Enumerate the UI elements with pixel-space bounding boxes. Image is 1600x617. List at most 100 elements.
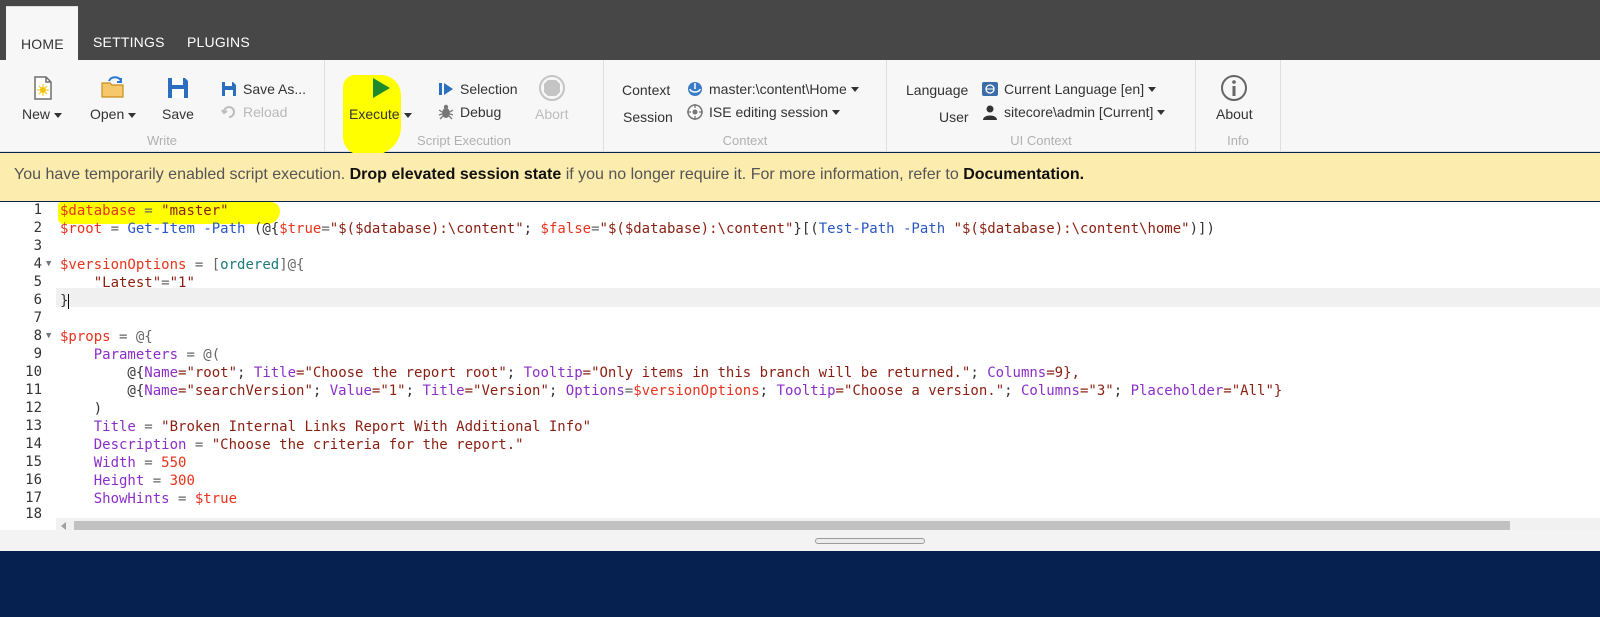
- code-line-10: @{Name="root"; Title="Choose the report …: [60, 365, 1080, 381]
- fold-toggle-icon[interactable]: ▼: [46, 259, 51, 269]
- code-editor[interactable]: 1 2 3 4 5 6 7 8 9 10 11 12 13 14 15 16 1…: [0, 202, 1600, 534]
- open-button-label: Open: [90, 106, 125, 122]
- info-icon: [1221, 75, 1248, 101]
- reload-icon: [221, 106, 235, 118]
- line-number: 18: [25, 506, 42, 522]
- spe-ise-window: HOME SETTINGS PLUGINS New Open Save Save…: [0, 0, 1600, 617]
- line-number: 4: [33, 256, 42, 272]
- abort-button-label: Abort: [535, 106, 569, 122]
- group-context-label: Context: [722, 133, 768, 148]
- code-line-5: "Latest"="1": [60, 275, 195, 291]
- database-icon: [688, 82, 702, 96]
- code-line-15: Width = 550: [60, 455, 187, 471]
- active-line-highlight: [56, 288, 1600, 307]
- line-number: 7: [33, 310, 42, 326]
- line-number: 14: [25, 436, 42, 452]
- group-info: About Info: [1196, 60, 1281, 152]
- user-dropdown[interactable]: sitecore\admin [Current]: [981, 103, 1166, 121]
- elevated-session-warning: You have temporarily enabled script exec…: [0, 153, 1600, 201]
- fold-toggle-icon[interactable]: ▼: [46, 331, 51, 341]
- open-folder-icon: [101, 76, 124, 98]
- line-number: 17: [25, 490, 42, 506]
- line-number: 6: [33, 292, 42, 308]
- tab-home[interactable]: HOME: [6, 6, 78, 60]
- code-line-12: ): [60, 401, 103, 417]
- context-label: Context: [622, 82, 671, 98]
- session-icon: [687, 104, 703, 120]
- editor-resize-bar: [0, 530, 1600, 551]
- abort-button[interactable]: Abort: [535, 74, 568, 122]
- code-line-4: $versionOptions = [ordered]@{: [60, 257, 305, 273]
- tab-home-label: HOME: [21, 36, 64, 52]
- selection-button[interactable]: Selection: [437, 80, 518, 98]
- execute-button-label: Execute: [349, 106, 400, 122]
- session-label: Session: [623, 109, 673, 125]
- line-number: 5: [33, 274, 42, 290]
- code-line-9: Parameters = @(: [60, 347, 221, 363]
- user-label: User: [939, 109, 969, 125]
- line-number: 10: [25, 364, 42, 380]
- new-button-label: New: [22, 106, 51, 122]
- line-number: 1: [33, 202, 42, 218]
- context-dropdown[interactable]: master:\content\Home: [686, 80, 859, 98]
- user-icon: [983, 105, 997, 120]
- line-number-gutter: 1 2 3 4 5 6 7 8 9 10 11 12 13 14 15 16 1…: [0, 202, 56, 522]
- code-line-11: @{Name="searchVersion"; Value="1"; Title…: [60, 383, 1283, 399]
- group-ui-context-label: UI Context: [1010, 133, 1072, 148]
- play-icon: [373, 78, 391, 98]
- documentation-link[interactable]: Documentation.: [963, 166, 1084, 183]
- resize-grip-handle[interactable]: [815, 538, 925, 544]
- execute-button[interactable]: Execute: [349, 74, 412, 122]
- group-script-execution: Execute Selection Debug Abort Script Exe…: [325, 60, 604, 160]
- language-icon: [982, 82, 998, 96]
- stop-icon: [538, 75, 565, 101]
- debug-button[interactable]: Debug: [437, 103, 501, 121]
- save-button[interactable]: Save: [162, 74, 194, 122]
- code-line-16: Height = 300: [60, 473, 195, 489]
- group-write-label: Write: [146, 133, 178, 148]
- tab-settings[interactable]: SETTINGS: [93, 34, 165, 50]
- code-line-8: $props = @{: [60, 329, 153, 345]
- text-cursor: [68, 293, 70, 309]
- save-button-label: Save: [162, 106, 194, 122]
- group-info-label: Info: [1227, 133, 1249, 148]
- code-line-6: }: [60, 293, 70, 309]
- code-line-17: ShowHints = $true: [60, 491, 238, 507]
- code-line-2: $root = Get-Item -Path (@{$true="$($data…: [60, 221, 1215, 237]
- ribbon: New Open Save Save As... Reload Write Ex…: [0, 60, 1600, 160]
- line-number: 16: [25, 472, 42, 488]
- tab-plugins[interactable]: PLUGINS: [187, 34, 250, 50]
- line-number: 13: [25, 418, 42, 434]
- language-label: Language: [906, 82, 969, 98]
- new-document-icon: [34, 76, 52, 100]
- line-number: 9: [33, 346, 42, 362]
- new-button[interactable]: New: [22, 74, 63, 122]
- code-line-13: Title = "Broken Internal Links Report Wi…: [60, 419, 592, 435]
- about-button[interactable]: About: [1216, 74, 1253, 122]
- line-number: 8: [33, 328, 42, 344]
- save-as-button[interactable]: Save As...: [220, 80, 306, 98]
- drop-elevated-session-link[interactable]: Drop elevated session state: [350, 166, 562, 183]
- session-dropdown[interactable]: ISE editing session: [686, 103, 841, 121]
- line-number: 11: [25, 382, 42, 398]
- line-number: 15: [25, 454, 42, 470]
- group-context: Context Session master:\content\Home ISE…: [604, 60, 887, 152]
- language-dropdown[interactable]: Current Language [en]: [981, 80, 1157, 98]
- about-button-label: About: [1216, 106, 1253, 122]
- code-line-14: Description = "Choose the criteria for t…: [60, 437, 524, 453]
- line-number: 3: [33, 238, 42, 254]
- bug-icon: [438, 104, 454, 120]
- save-as-icon: [222, 82, 236, 96]
- group-ui-context: Language User Current Language [en] site…: [887, 60, 1196, 152]
- reload-button[interactable]: Reload: [220, 103, 287, 121]
- floppy-disk-icon: [167, 78, 188, 98]
- ribbon-tab-bar: HOME SETTINGS PLUGINS: [0, 0, 1600, 60]
- group-write: New Open Save Save As... Reload Write: [0, 60, 325, 152]
- warning-text: You have temporarily enabled script exec…: [14, 166, 350, 183]
- open-button[interactable]: Open: [90, 74, 137, 122]
- scroll-left-icon[interactable]: [61, 522, 66, 530]
- group-script-execution-label: Script Execution: [417, 133, 511, 148]
- warning-text-2: if you no longer require it. For more in…: [561, 166, 964, 183]
- line-number: 12: [25, 400, 42, 416]
- code-line-1: $database = "master": [60, 203, 229, 219]
